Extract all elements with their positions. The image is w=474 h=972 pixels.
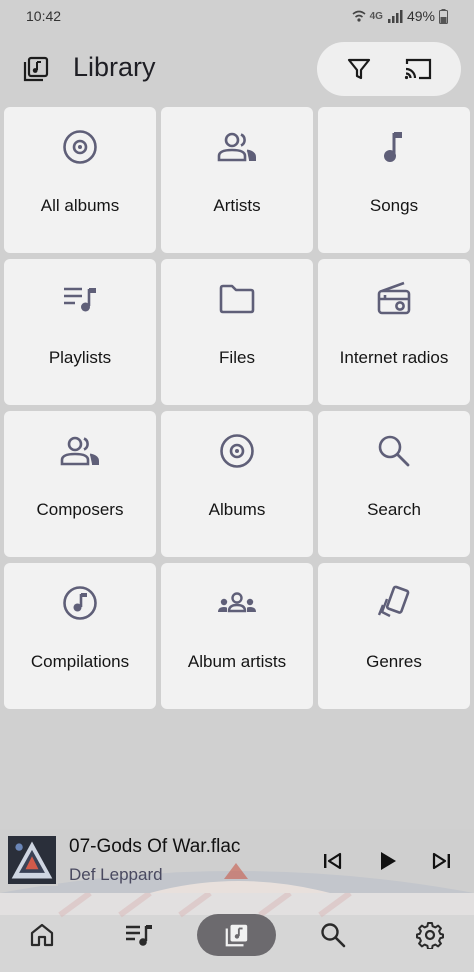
tile-label: Albums [208, 500, 266, 519]
filter-icon [347, 58, 371, 80]
cast-button[interactable] [402, 53, 434, 85]
status-indicators: 4G 49% [352, 8, 448, 24]
cast-icon [404, 58, 432, 80]
previous-button[interactable] [318, 847, 346, 875]
tile-artists[interactable]: Artists [161, 107, 313, 253]
header-actions [317, 42, 461, 96]
settings-icon [416, 922, 444, 949]
tile-compilations[interactable]: Compilations [4, 563, 156, 709]
tile-label: Compilations [30, 652, 130, 671]
home-icon [30, 923, 54, 947]
genre-card-icon [377, 585, 410, 618]
mini-player[interactable]: 07-Gods Of War.flac Def Leppard [0, 829, 474, 893]
people-icon [217, 132, 256, 162]
tile-songs[interactable]: Songs [318, 107, 470, 253]
tile-album-artists[interactable]: Album artists [161, 563, 313, 709]
tile-label: Album artists [187, 652, 287, 671]
tile-label: Internet radios [339, 348, 449, 367]
group-icon [218, 592, 256, 613]
search-icon [378, 435, 410, 467]
album-cover [6, 834, 58, 886]
next-button[interactable] [428, 847, 456, 875]
status-time: 10:42 [26, 8, 62, 24]
status-bar: 10:42 4G 49% [0, 0, 474, 32]
search-icon [321, 923, 346, 948]
tile-label: Playlists [48, 348, 112, 367]
bottom-navigation [0, 893, 474, 972]
queue-icon [126, 925, 152, 946]
battery-icon [439, 8, 448, 24]
nav-settings[interactable] [408, 915, 452, 955]
playlist-icon [64, 287, 96, 312]
signal-icon [387, 10, 403, 23]
tile-label: Files [219, 348, 255, 367]
tile-internet-radios[interactable]: Internet radios [318, 259, 470, 405]
filter-button[interactable] [343, 53, 375, 85]
tile-genres[interactable]: Genres [318, 563, 470, 709]
nav-library[interactable] [215, 915, 259, 955]
library-icon [23, 56, 49, 82]
circled-note-icon [63, 586, 97, 620]
nav-search[interactable] [311, 915, 355, 955]
wifi-calling-icon [352, 10, 366, 22]
disc-icon [63, 130, 97, 164]
tile-search[interactable]: Search [318, 411, 470, 557]
people-icon [60, 436, 99, 466]
tile-files[interactable]: Files [161, 259, 313, 405]
tile-label: Genres [366, 652, 422, 671]
tile-label: Artists [213, 196, 261, 215]
nav-queue[interactable] [117, 915, 161, 955]
tile-composers[interactable]: Composers [4, 411, 156, 557]
app-header: Library [0, 32, 474, 104]
page-title: Library [73, 52, 156, 82]
skip-previous-icon [324, 852, 342, 870]
play-button[interactable] [374, 847, 402, 875]
music-note-icon [384, 132, 402, 162]
tile-label: Songs [369, 196, 419, 215]
tile-label: Search [367, 500, 421, 519]
tile-albums[interactable]: Albums [161, 411, 313, 557]
radio-icon [377, 281, 411, 315]
tile-playlists[interactable]: Playlists [4, 259, 156, 405]
library-icon [225, 924, 248, 947]
skip-next-icon [432, 852, 450, 870]
track-title: 07-Gods Of War.flac [69, 836, 241, 857]
track-artist: Def Leppard [69, 865, 163, 884]
folder-icon [219, 284, 255, 314]
battery-percent: 49% [406, 8, 435, 24]
tile-all-albums[interactable]: All albums [4, 107, 156, 253]
tile-label: Composers [36, 500, 124, 519]
tile-label: All albums [40, 196, 120, 215]
disc-icon [220, 434, 254, 468]
play-icon [381, 852, 396, 870]
nav-home[interactable] [20, 915, 64, 955]
network-type: 4G [369, 10, 383, 22]
